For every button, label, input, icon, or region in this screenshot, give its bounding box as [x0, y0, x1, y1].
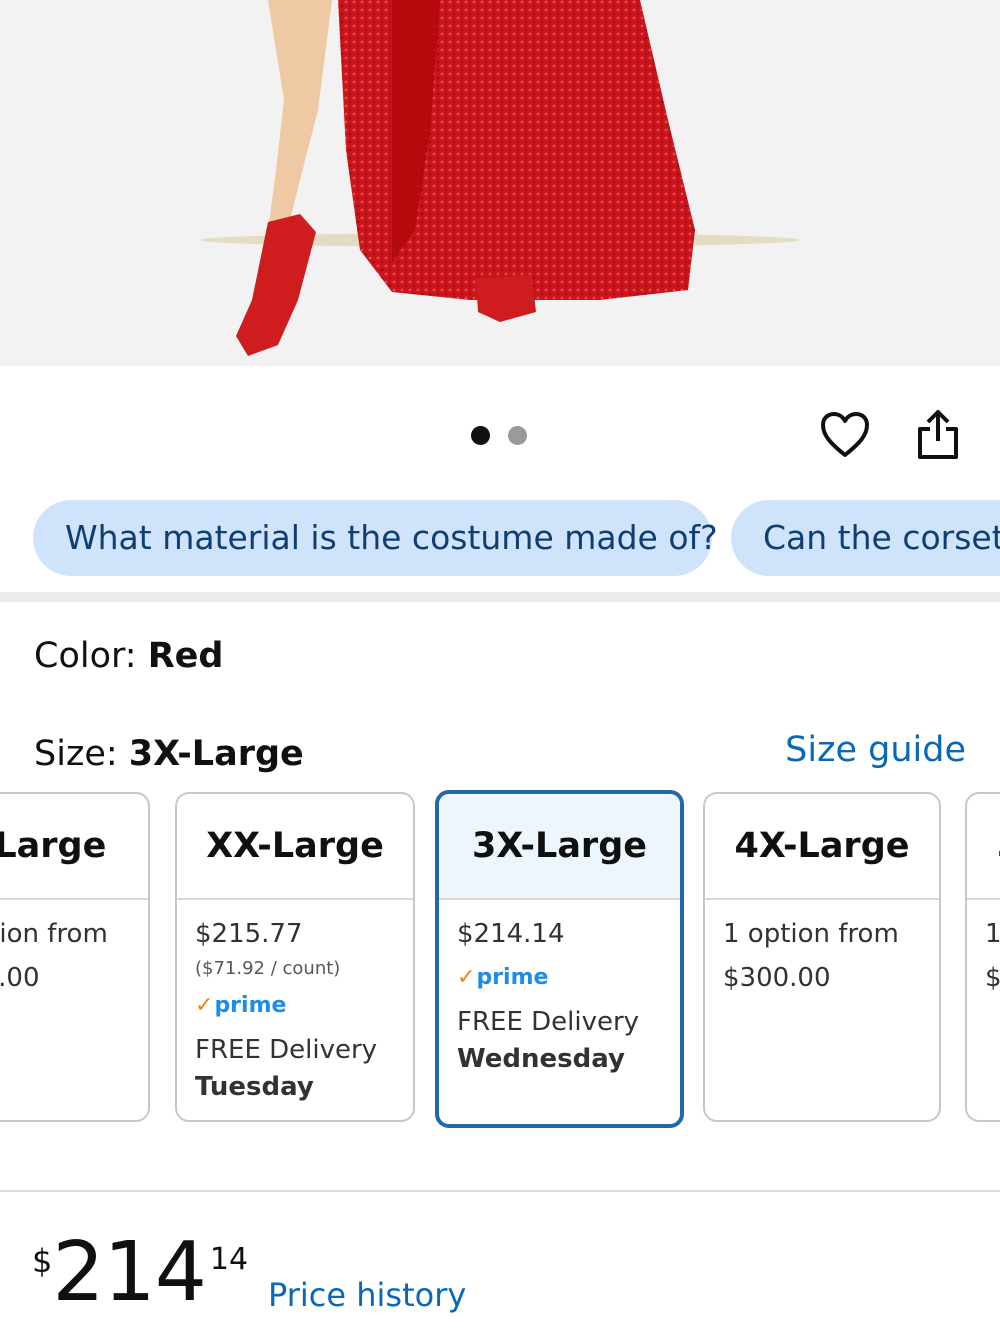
color-value: Red	[147, 636, 224, 676]
price-fraction: 14	[209, 1242, 249, 1277]
color-selection: Color: Red	[34, 636, 223, 676]
size-option-x-large[interactable]: X-Large 1 option from $300.00	[0, 792, 150, 1122]
delivery-text: FREE Delivery	[195, 1034, 378, 1065]
price-currency: $	[32, 1242, 53, 1280]
size-option-xx-large[interactable]: XX-Large $215.77 ($71.92 / count) ✓prime…	[175, 792, 415, 1122]
size-option-availability: 1 option from	[0, 919, 108, 949]
size-option-availability: 1 option from	[985, 919, 1000, 949]
product-price: $ 214 14	[32, 1232, 248, 1314]
suggested-questions: What material is the costume made of? Ca…	[33, 500, 1000, 578]
price-history-link[interactable]: Price history	[268, 1276, 466, 1314]
heart-icon	[821, 412, 869, 457]
wishlist-button[interactable]	[815, 405, 875, 465]
size-option-price: $300.00	[985, 962, 1000, 993]
size-option-3x-large[interactable]: 3X-Large $214.14 ✓prime FREE Delivery We…	[435, 790, 684, 1128]
size-selection: Size: 3X-Large	[34, 734, 304, 774]
size-option-name: 4X-Large	[705, 794, 939, 900]
size-option-price: $215.77	[195, 919, 303, 949]
size-option-name: X-Large	[0, 794, 148, 900]
size-option-name: XX-Large	[177, 794, 413, 900]
size-option-availability: 1 option from	[723, 919, 899, 949]
size-options: X-Large 1 option from $300.00 XX-Large $…	[0, 790, 1000, 1130]
size-option-5x-large[interactable]: 5X-Large 1 option from $300.00	[965, 792, 1000, 1122]
size-option-unit-price: ($71.92 / count)	[195, 957, 341, 979]
prime-check-icon: ✓	[195, 992, 214, 1018]
delivery-day: Tuesday	[195, 1072, 314, 1103]
question-chip[interactable]: Can the corset b	[731, 500, 1000, 576]
size-option-name: 5X-Large	[967, 794, 1000, 900]
size-option-price: $214.14	[457, 919, 565, 949]
size-option-name: 3X-Large	[439, 794, 680, 900]
carousel-dot-active[interactable]	[471, 426, 490, 445]
product-photo-illustration	[200, 0, 800, 356]
carousel-dot[interactable]	[508, 426, 527, 445]
section-divider	[0, 1190, 1000, 1192]
section-divider	[0, 592, 1000, 602]
product-image[interactable]	[0, 0, 1000, 366]
carousel-indicator	[471, 426, 527, 445]
delivery-day: Wednesday	[457, 1044, 625, 1075]
size-option-price: $300.00	[723, 962, 831, 993]
price-whole: 214	[52, 1225, 207, 1320]
size-option-4x-large[interactable]: 4X-Large 1 option from $300.00	[703, 792, 941, 1122]
prime-badge: ✓prime	[195, 992, 287, 1018]
color-label: Color:	[34, 636, 137, 676]
size-label: Size:	[34, 734, 118, 774]
size-value: 3X-Large	[128, 734, 304, 774]
size-option-price: $300.00	[0, 962, 40, 993]
share-button[interactable]	[908, 405, 968, 465]
delivery-text: FREE Delivery	[457, 1006, 640, 1037]
prime-badge: ✓prime	[457, 964, 549, 990]
size-guide-link[interactable]: Size guide	[785, 730, 966, 770]
question-chip[interactable]: What material is the costume made of?	[33, 500, 718, 576]
share-icon	[918, 410, 958, 459]
prime-check-icon: ✓	[457, 964, 476, 990]
